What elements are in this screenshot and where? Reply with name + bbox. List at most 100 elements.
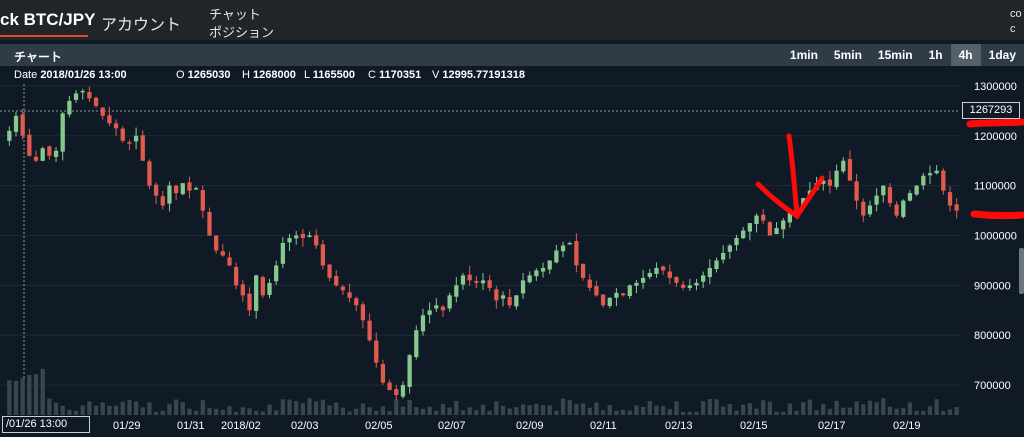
candle-body [180, 183, 185, 195]
volume-bar [747, 403, 752, 415]
brand-title[interactable]: ck BTC/JPY [0, 10, 95, 30]
x-tick-label: 02/15 [740, 420, 768, 432]
volume-bar [674, 401, 679, 415]
x-tick-label: 02/13 [665, 420, 693, 432]
time-axis: 01/29 01/31 2018/02 02/03 02/05 02/07 02/09 02/… [113, 420, 921, 432]
volume-bar [587, 407, 592, 415]
candle-body [340, 286, 346, 291]
annotation-arrow-stroke [786, 133, 800, 219]
volume-bar [334, 402, 339, 415]
volume-bar [734, 410, 739, 415]
nav-position-link[interactable]: ポジション [209, 22, 274, 41]
volume-bar [801, 402, 806, 415]
price-scale-scrollbar[interactable] [1019, 248, 1024, 294]
volume-bar [100, 402, 105, 415]
volume-bar [193, 410, 199, 415]
volume-bar [787, 403, 793, 415]
candle-body [414, 330, 419, 358]
candle-body [634, 282, 639, 286]
candle-body [921, 175, 926, 186]
volume-bar [47, 398, 52, 415]
candle-body [274, 265, 279, 282]
volume-bar [827, 408, 833, 415]
candle-body [587, 279, 592, 288]
candle-body [554, 250, 559, 263]
volume-bar [374, 410, 379, 415]
volume-bar [627, 410, 632, 415]
volume-bar [447, 407, 452, 415]
volume-bar [927, 406, 933, 415]
candle-body [294, 235, 299, 239]
volume-bar [941, 411, 946, 415]
annotation-mark-lower [970, 210, 1024, 220]
candle-body [527, 275, 532, 283]
candle-body [727, 245, 732, 252]
y-tick-label: 1300000 [974, 81, 1017, 93]
candle-body [947, 192, 953, 206]
candle-body [894, 204, 899, 216]
volume-bar [367, 407, 372, 415]
nav-edge-cutoff: co c [1010, 7, 1024, 37]
volume-bar [767, 401, 773, 415]
candlestick-chart[interactable]: 1300000 1200000 1100000 1000000 900000 800000… [0, 66, 1024, 437]
volume-bar [494, 401, 499, 415]
candle-body [594, 286, 599, 296]
candle-body [354, 298, 359, 306]
candle-body [280, 242, 285, 264]
timeframe-15min-button[interactable]: 15min [870, 44, 921, 66]
volume-bar [200, 400, 205, 415]
ohlc-open-label: O [176, 69, 185, 81]
volume-bar [414, 407, 419, 415]
candle-body [187, 182, 192, 191]
volume-bar [600, 410, 606, 415]
candle-body [847, 159, 853, 181]
volume-bar [934, 399, 939, 415]
timeframe-1h-button[interactable]: 1h [921, 44, 951, 66]
volume-bar [394, 399, 399, 415]
volume-bar [207, 408, 212, 415]
volume-bar [921, 410, 926, 415]
candle-body [300, 233, 306, 239]
volume-bar [774, 411, 779, 415]
volume-bar [834, 400, 839, 415]
ohlc-volume-value: 12995.77191318 [442, 69, 525, 81]
nav-account-link[interactable]: アカウント [101, 11, 181, 35]
x-tick-label: 01/29 [113, 420, 141, 432]
volume-bar [714, 399, 719, 415]
x-tick-label: 01/31 [177, 420, 205, 432]
volume-bar [167, 403, 172, 415]
candle-body [754, 215, 759, 225]
volume-bar [881, 398, 886, 415]
candle-body [574, 241, 579, 266]
volume-bar [173, 399, 179, 415]
volume-bar [887, 406, 893, 415]
volume-bar [781, 411, 786, 415]
candle-body [113, 123, 119, 129]
candle-body [227, 257, 232, 266]
ohlc-low-value: 1165500 [312, 69, 355, 81]
timeframe-4h-button[interactable]: 4h [950, 44, 981, 66]
candle-body [247, 293, 252, 311]
candle-body [500, 295, 506, 299]
timeframe-1day-button[interactable]: 1day [981, 44, 1024, 66]
timeframe-1min-button[interactable]: 1min [782, 44, 826, 66]
chart-grid [0, 85, 960, 386]
volume-bar [307, 398, 312, 415]
volume-bar [440, 403, 446, 415]
x-tick-label: 02/19 [893, 420, 921, 432]
candle-body [861, 201, 866, 216]
candle-body [80, 90, 85, 93]
nav-chat-link[interactable]: チャット [209, 4, 261, 23]
timeframe-5min-button[interactable]: 5min [826, 44, 870, 66]
candle-body [887, 187, 893, 204]
current-price-tag: 1267293 [962, 102, 1020, 119]
candle-body [380, 363, 386, 383]
candle-body [467, 274, 472, 281]
volume-bar [460, 410, 466, 415]
candle-body [120, 128, 125, 141]
volume-bar [907, 402, 913, 415]
candle-body [220, 251, 225, 256]
volume-bar [727, 403, 732, 415]
price-axis: 1300000 1200000 1100000 1000000 900000 800000… [974, 81, 1017, 392]
candle-body [734, 238, 739, 246]
